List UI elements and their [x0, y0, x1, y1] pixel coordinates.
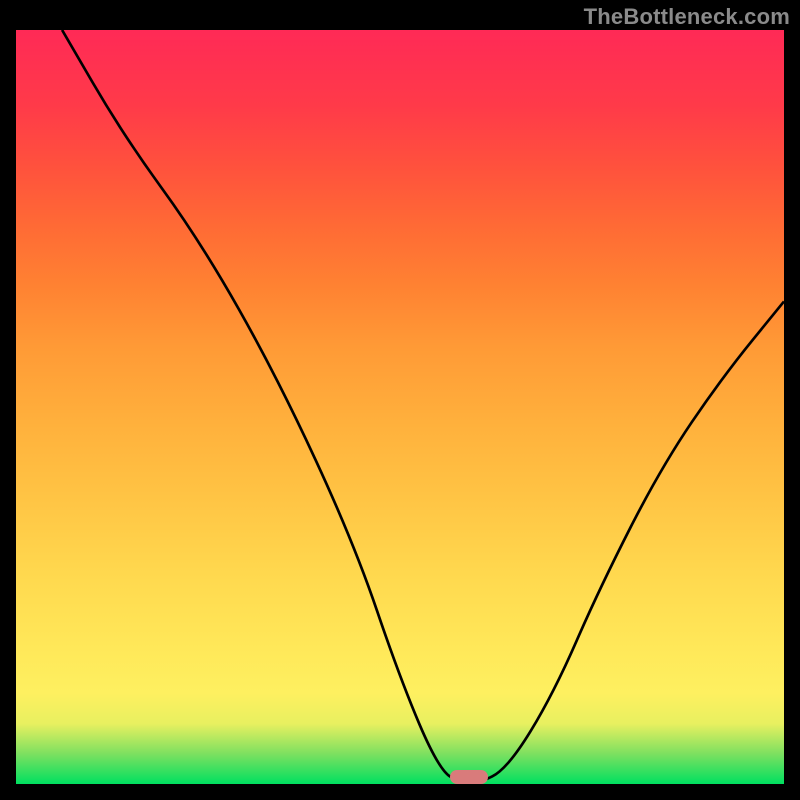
bottleneck-curve-path	[62, 30, 784, 784]
chart-frame: TheBottleneck.com	[0, 0, 800, 800]
watermark-text: TheBottleneck.com	[584, 4, 790, 30]
plot-area	[16, 30, 784, 784]
optimal-marker	[450, 770, 488, 784]
curve-svg	[16, 30, 784, 784]
